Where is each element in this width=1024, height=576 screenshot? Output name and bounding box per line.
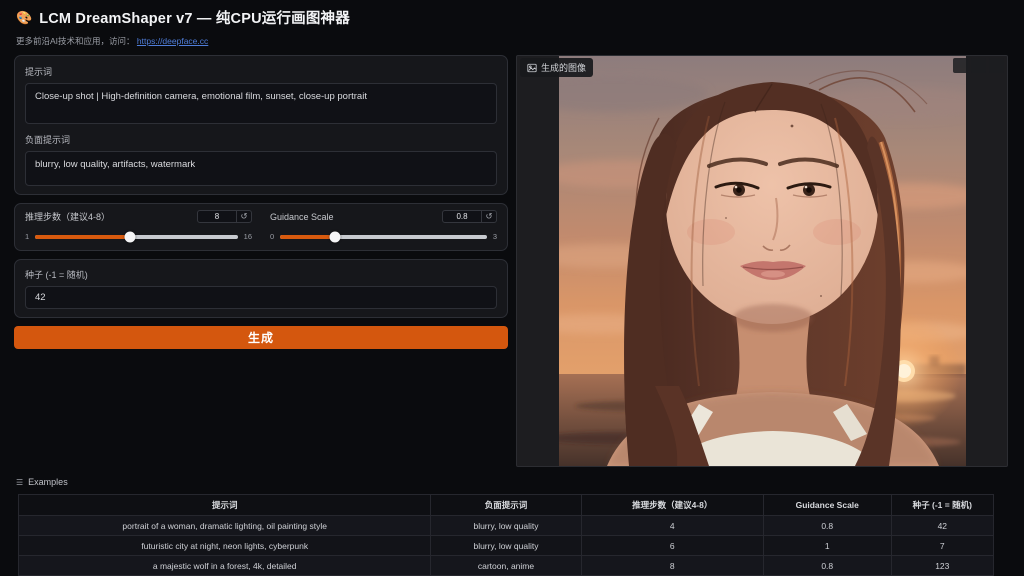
col-header-steps: 推理步数（建议4-8） [581, 495, 763, 516]
cell-seed[interactable]: 123 [891, 556, 993, 576]
example-row[interactable]: portrait of a woman, dramatic lighting, … [19, 516, 994, 536]
steps-slider-fill [35, 235, 130, 239]
seed-input[interactable] [25, 286, 497, 309]
share-icon [992, 61, 1002, 71]
steps-number-input[interactable] [198, 211, 236, 222]
fullscreen-button[interactable] [953, 58, 968, 73]
guidance-slider[interactable] [280, 235, 487, 239]
page-title: LCM DreamShaper v7 — 纯CPU运行画图神器 [39, 7, 350, 28]
prompt-input[interactable]: Close-up shot | High-definition camera, … [25, 83, 497, 124]
download-button[interactable] [971, 58, 986, 73]
guidance-min-label: 0 [270, 232, 274, 241]
examples-table: 提示词 负面提示词 推理步数（建议4-8） Guidance Scale 种子 … [18, 494, 994, 576]
guidance-slider-handle[interactable] [330, 231, 341, 242]
cell-prompt[interactable]: portrait of a woman, dramatic lighting, … [19, 516, 431, 536]
col-header-negative: 负面提示词 [431, 495, 581, 516]
output-label-badge: 生成的图像 [520, 58, 593, 77]
subtitle-text: 更多前沿AI技术和应用，访问： [16, 36, 135, 46]
share-button[interactable] [989, 58, 1004, 73]
guidance-max-label: 3 [493, 232, 497, 241]
cell-guidance[interactable]: 0.8 [763, 516, 891, 536]
cell-guidance[interactable]: 0.8 [763, 556, 891, 576]
cell-steps[interactable]: 4 [581, 516, 763, 536]
examples-section: ☰ Examples 提示词 负面提示词 推理步数（建议4-8） Guidanc… [0, 467, 1024, 576]
steps-max-label: 16 [244, 232, 252, 241]
generate-button[interactable]: 生成 [14, 326, 508, 349]
steps-slider-handle[interactable] [124, 231, 135, 242]
examples-header: ☰ Examples [16, 477, 1008, 487]
col-header-seed: 种子 (-1 = 随机) [891, 495, 993, 516]
cell-steps[interactable]: 6 [581, 536, 763, 556]
examples-header-row: 提示词 负面提示词 推理步数（建议4-8） Guidance Scale 种子 … [19, 495, 994, 516]
portrait-illustration [559, 56, 966, 466]
guidance-slider-fill [280, 235, 335, 239]
cell-prompt[interactable]: futuristic city at night, neon lights, c… [19, 536, 431, 556]
controls-column: 提示词 Close-up shot | High-definition came… [14, 55, 508, 349]
cell-prompt[interactable]: a majestic wolf in a forest, 4k, detaile… [19, 556, 431, 576]
cell-steps[interactable]: 8 [581, 556, 763, 576]
guidance-slider-block: Guidance Scale ↺ 0 3 [270, 210, 497, 241]
generated-image[interactable] [559, 56, 966, 466]
col-header-prompt: 提示词 [19, 495, 431, 516]
cell-seed[interactable]: 42 [891, 516, 993, 536]
cell-guidance[interactable]: 1 [763, 536, 891, 556]
cell-negative[interactable]: blurry, low quality [431, 516, 581, 536]
reset-icon: ↺ [240, 211, 247, 221]
steps-slider-block: 推理步数（建议4-8） ↺ 1 16 [25, 210, 252, 241]
guidance-label: Guidance Scale [270, 212, 334, 222]
palette-icon: 🎨 [16, 10, 32, 26]
image-toolbar [953, 58, 1004, 73]
reset-icon: ↺ [485, 211, 492, 221]
sliders-group: 推理步数（建议4-8） ↺ 1 16 Guidan [14, 203, 508, 251]
deepface-link[interactable]: https://deepface.cc [137, 36, 208, 46]
prompt-label: 提示词 [25, 65, 497, 78]
steps-label: 推理步数（建议4-8） [25, 210, 110, 223]
output-panel: 生成的图像 [516, 55, 1008, 467]
steps-min-label: 1 [25, 232, 29, 241]
subtitle: 更多前沿AI技术和应用，访问： https://deepface.cc [16, 35, 1008, 47]
seed-group: 种子 (-1 = 随机) [14, 259, 508, 318]
steps-reset-button[interactable]: ↺ [236, 211, 251, 222]
image-icon [527, 63, 537, 73]
download-icon [974, 61, 984, 71]
guidance-number-input[interactable] [443, 211, 481, 222]
example-row[interactable]: a majestic wolf in a forest, 4k, detaile… [19, 556, 994, 576]
example-row[interactable]: futuristic city at night, neon lights, c… [19, 536, 994, 556]
cell-seed[interactable]: 7 [891, 536, 993, 556]
prompt-group: 提示词 Close-up shot | High-definition came… [14, 55, 508, 195]
list-icon: ☰ [16, 478, 23, 487]
cell-negative[interactable]: blurry, low quality [431, 536, 581, 556]
steps-slider[interactable] [35, 235, 237, 239]
output-label: 生成的图像 [541, 61, 586, 74]
col-header-guidance: Guidance Scale [763, 495, 891, 516]
seed-label: 种子 (-1 = 随机) [25, 268, 497, 281]
fullscreen-icon [956, 61, 966, 71]
guidance-reset-button[interactable]: ↺ [481, 211, 496, 222]
app-header: 🎨 LCM DreamShaper v7 — 纯CPU运行画图神器 更多前沿AI… [0, 0, 1024, 47]
cell-negative[interactable]: cartoon, anime [431, 556, 581, 576]
examples-label: Examples [28, 477, 68, 487]
negative-prompt-input[interactable]: blurry, low quality, artifacts, watermar… [25, 151, 497, 186]
negative-prompt-label: 负面提示词 [25, 133, 497, 146]
